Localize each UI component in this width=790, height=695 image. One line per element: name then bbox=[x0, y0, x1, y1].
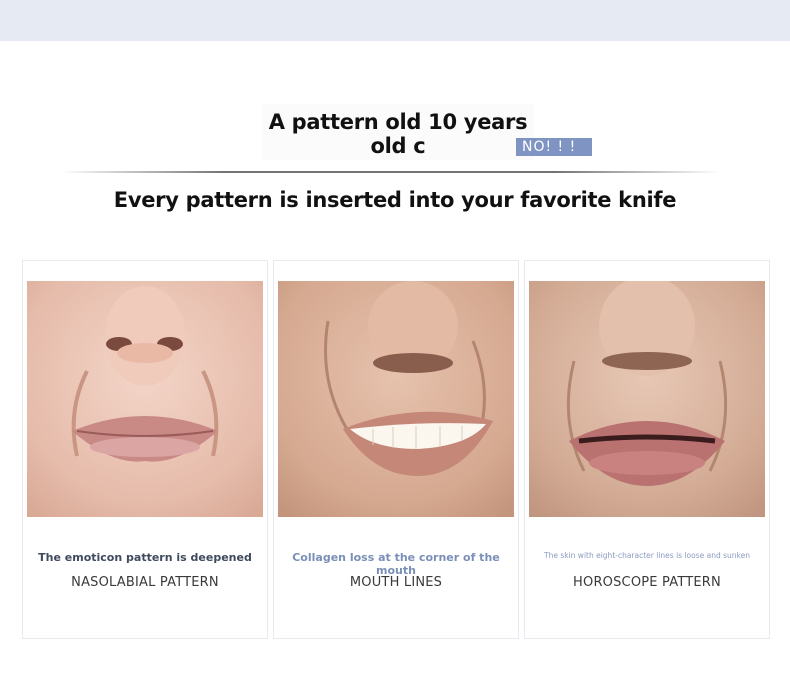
headline-box: A pattern old 10 years old c bbox=[262, 104, 534, 160]
card-mouth-lines: Collagen loss at the corner of the mouth… bbox=[273, 260, 519, 639]
card-pattern-name: HOROSCOPE PATTERN bbox=[573, 575, 721, 590]
card-caption: Collagen loss at the corner of the mouth bbox=[292, 551, 500, 577]
section-subtitle: Every pattern is inserted into your favo… bbox=[113, 188, 677, 212]
nasolabial-face-photo bbox=[27, 281, 263, 517]
section-divider bbox=[60, 171, 720, 173]
card-pattern-name: MOUTH LINES bbox=[349, 575, 443, 590]
headline-line-2: old c bbox=[370, 134, 426, 158]
card-caption: The skin with eight-character lines is l… bbox=[544, 551, 750, 560]
mouth-lines-face-photo bbox=[278, 281, 514, 517]
horoscope-face-photo bbox=[529, 281, 765, 517]
no-badge: NO! ! ! bbox=[516, 138, 592, 156]
headline-line-1: A pattern old 10 years bbox=[268, 110, 528, 134]
card-pattern-name: NASOLABIAL PATTERN bbox=[71, 575, 219, 590]
card-caption: The emoticon pattern is deepened bbox=[38, 551, 252, 564]
top-banner-strip bbox=[0, 0, 790, 41]
card-horoscope: The skin with eight-character lines is l… bbox=[524, 260, 770, 639]
card-nasolabial: The emoticon pattern is deepened NASOLAB… bbox=[22, 260, 268, 639]
